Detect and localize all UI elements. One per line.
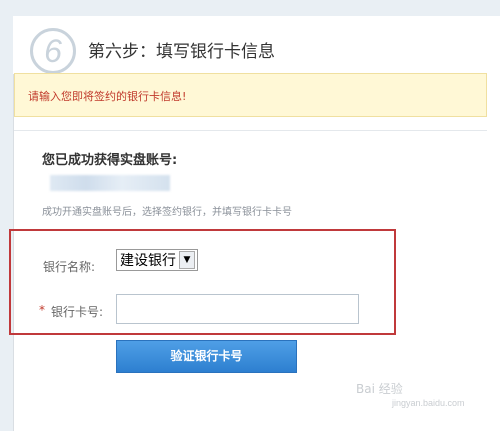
step-header: 6 第六步：填写银行卡信息 xyxy=(13,16,500,74)
account-title: 您已成功获得实盘账号: xyxy=(42,153,178,168)
step-title: 第六步：填写银行卡信息 xyxy=(88,42,275,62)
chevron-down-icon[interactable]: ▼ xyxy=(179,251,195,269)
notice-banner: 请输入您即将签约的银行卡信息! xyxy=(14,73,487,117)
required-mark: * xyxy=(39,303,45,317)
watermark-logo: Bai 经验 xyxy=(356,382,403,396)
card-number-label: 银行卡号: xyxy=(51,305,104,319)
notice-text: 请输入您即将签约的银行卡信息! xyxy=(28,90,187,103)
bank-name-label: 银行名称: xyxy=(43,260,96,274)
account-hint: 成功开通实盘账号后，选择签约银行，并填写银行卡卡号 xyxy=(42,207,292,218)
step-number-icon: 6 xyxy=(30,28,76,74)
verify-card-button[interactable]: 验证银行卡号 xyxy=(116,340,297,373)
card-number-input[interactable] xyxy=(116,294,359,324)
bank-select-value: 建设银行 xyxy=(120,253,176,269)
account-section: 您已成功获得实盘账号: 成功开通实盘账号后，选择签约银行，并填写银行卡卡号 xyxy=(14,130,487,225)
account-number-masked xyxy=(50,175,170,191)
bank-select[interactable]: 建设银行 ▼ xyxy=(116,249,198,271)
watermark-url: jingyan.baidu.com xyxy=(392,398,465,408)
